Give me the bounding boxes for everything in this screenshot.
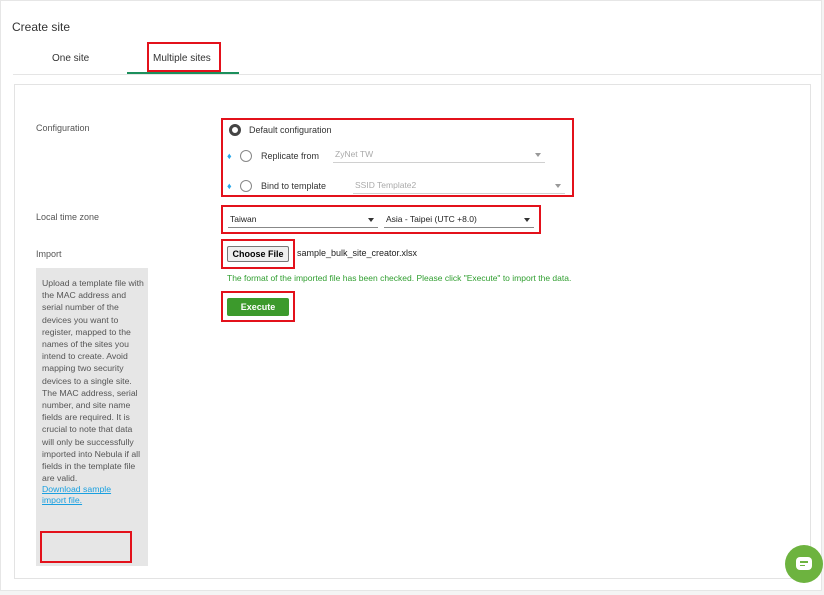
replicate-from-select[interactable]: ZyNet TW (333, 147, 545, 163)
configuration-label: Configuration (36, 123, 90, 133)
chat-button[interactable] (785, 545, 823, 583)
highlight-choose-file (221, 239, 295, 269)
gem-icon: ♦ (227, 151, 232, 161)
selected-file-name: sample_bulk_site_creator.xlsx (297, 248, 418, 258)
zone-select[interactable]: Asia - Taipei (UTC +8.0) (384, 212, 534, 228)
chevron-down-icon (535, 153, 541, 157)
bind-to-template-label: Bind to template (261, 181, 327, 191)
radio-default-configuration[interactable] (229, 124, 241, 136)
bind-to-template-value: SSID Template2 (355, 180, 417, 190)
download-sample-link[interactable]: Download sample import file. (42, 484, 132, 506)
country-select[interactable]: Taiwan (228, 212, 378, 228)
country-value: Taiwan (230, 214, 257, 224)
import-help-text: Upload a template file with the MAC addr… (42, 278, 144, 484)
radio-replicate-from[interactable] (240, 150, 252, 162)
create-site-card: Create site One site Multiple sites Conf… (0, 0, 822, 591)
highlight-execute (221, 291, 295, 322)
import-label: Import (36, 249, 62, 259)
tab-one-site[interactable]: One site (52, 53, 89, 64)
chevron-down-icon (555, 184, 561, 188)
zone-value: Asia - Taipei (UTC +8.0) (386, 214, 477, 224)
gem-icon: ♦ (227, 181, 232, 191)
import-help-box: Upload a template file with the MAC addr… (36, 268, 148, 566)
chevron-down-icon (368, 218, 374, 222)
tabs-divider (13, 74, 821, 75)
page-title: Create site (12, 20, 71, 34)
active-tab-indicator (127, 72, 239, 74)
default-configuration-label: Default configuration (249, 125, 332, 135)
replicate-from-value: ZyNet TW (335, 149, 374, 159)
replicate-from-label: Replicate from (261, 151, 320, 161)
timezone-label: Local time zone (36, 212, 100, 222)
import-status-message: The format of the imported file has been… (227, 273, 572, 283)
chevron-down-icon (524, 218, 530, 222)
chat-icon (796, 557, 812, 570)
highlight-download-link (40, 531, 132, 563)
bind-to-template-select[interactable]: SSID Template2 (353, 178, 565, 194)
radio-bind-to-template[interactable] (240, 180, 252, 192)
highlight-tab-multiple-sites (147, 42, 221, 72)
